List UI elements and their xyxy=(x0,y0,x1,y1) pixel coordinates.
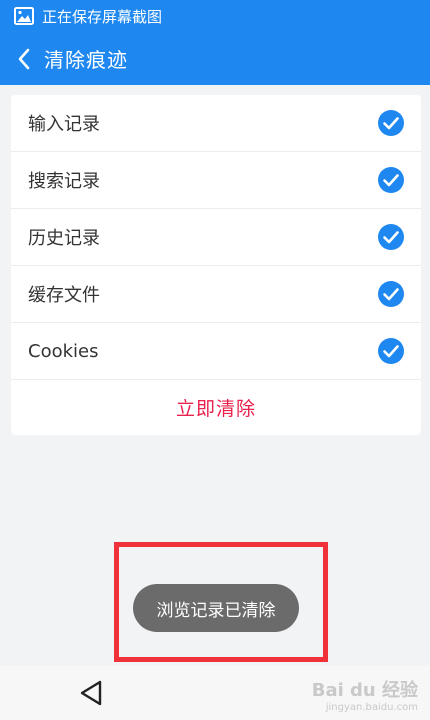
toast-message: 浏览记录已清除 xyxy=(133,584,299,632)
option-label: Cookies xyxy=(28,340,99,362)
options-card: 输入记录 搜索记录 历史记录 缓存文件 Cookies 立即清除 xyxy=(11,95,421,435)
option-row-input-history[interactable]: 输入记录 xyxy=(11,95,421,152)
option-row-cookies[interactable]: Cookies xyxy=(11,323,421,380)
status-bar: 正在保存屏幕截图 xyxy=(0,0,430,32)
triangle-back-icon[interactable] xyxy=(78,679,104,707)
option-label: 搜索记录 xyxy=(28,171,100,192)
option-row-browsing-history[interactable]: 历史记录 xyxy=(11,209,421,266)
option-label: 输入记录 xyxy=(28,114,100,135)
watermark-url: jingyan.baidu.com xyxy=(325,702,418,713)
option-label: 历史记录 xyxy=(28,228,100,249)
option-row-cache-files[interactable]: 缓存文件 xyxy=(11,266,421,323)
image-icon xyxy=(14,7,34,25)
check-circle-icon[interactable] xyxy=(377,223,405,251)
option-label: 缓存文件 xyxy=(28,285,100,306)
page-title: 清除痕迹 xyxy=(44,48,128,72)
check-circle-icon[interactable] xyxy=(377,109,405,137)
clear-now-button[interactable]: 立即清除 xyxy=(11,380,421,435)
check-circle-icon[interactable] xyxy=(377,337,405,365)
option-row-search-history[interactable]: 搜索记录 xyxy=(11,152,421,209)
watermark-brand: Bai du 经验 xyxy=(311,680,418,701)
status-text: 正在保存屏幕截图 xyxy=(42,7,163,26)
chevron-left-icon[interactable] xyxy=(4,32,44,85)
check-circle-icon[interactable] xyxy=(377,166,405,194)
baidu-jingyan-watermark: Bai du 经验 jingyan.baidu.com xyxy=(312,676,418,713)
check-circle-icon[interactable] xyxy=(377,280,405,308)
header: 清除痕迹 xyxy=(0,32,430,85)
